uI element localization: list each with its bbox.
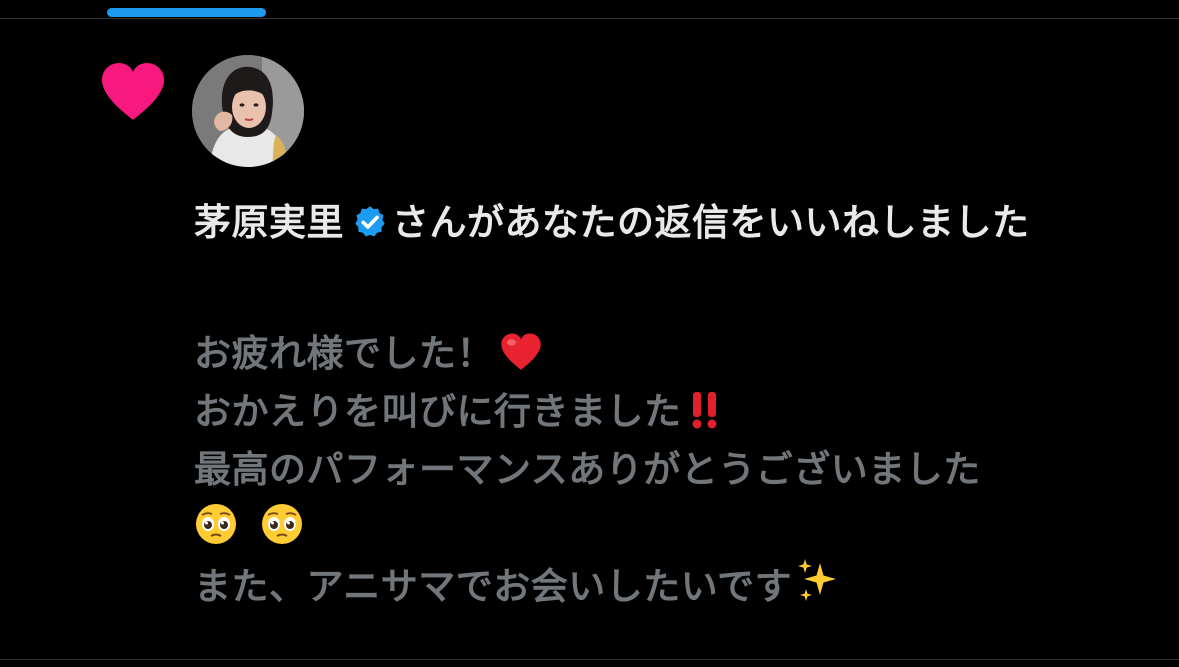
sparkles-emoji-icon [798,559,837,601]
verified-badge-icon [355,206,385,237]
heart-icon [102,63,164,120]
avatar-photo [192,55,304,167]
notifications-screen: 茅原実里 さんがあなたの返信をいいねしました お疲れ様でした！ おかえりを叫びに… [0,0,1179,667]
reply-line-text: お疲れ様でした！ [194,332,494,375]
reply-line-2: おかえりを叫びに行きました [194,383,1154,441]
reply-line-1: お疲れ様でした！ [194,325,1154,383]
active-tab-indicator [107,8,266,17]
reply-line-text: おかえりを叫びに行きました [194,390,682,433]
reply-line-text: また、アニサマでお会いしたいです [194,565,793,608]
double-exclamation-emoji-icon [692,392,716,429]
pleading-face-emoji-icon [196,504,236,544]
reply-text: お疲れ様でした！ おかえりを叫びに行きました 最高のパフォーマンスありがとうござ… [194,325,1154,616]
red-heart-emoji-icon [501,333,541,370]
notification-headline: 茅原実里 さんがあなたの返信をいいねしました [194,190,1154,256]
notification-action-text: さんがあなたの返信をいいねしました [392,201,1030,244]
bottom-divider [0,659,1179,660]
reply-line-text: 最高のパフォーマンスありがとうございました [194,448,981,491]
reply-line-3: 最高のパフォーマンスありがとうございました [194,441,1154,499]
like-notification[interactable]: 茅原実里 さんがあなたの返信をいいねしました お疲れ様でした！ おかえりを叫びに… [0,19,1179,659]
reply-line-4 [194,499,1154,557]
avatar[interactable] [192,55,304,167]
reply-line-5: また、アニサマでお会いしたいです [194,557,1154,616]
notifications-tab-bar [0,0,1179,19]
user-name[interactable]: 茅原実里 [194,201,344,244]
pleading-face-emoji-icon [262,504,302,544]
